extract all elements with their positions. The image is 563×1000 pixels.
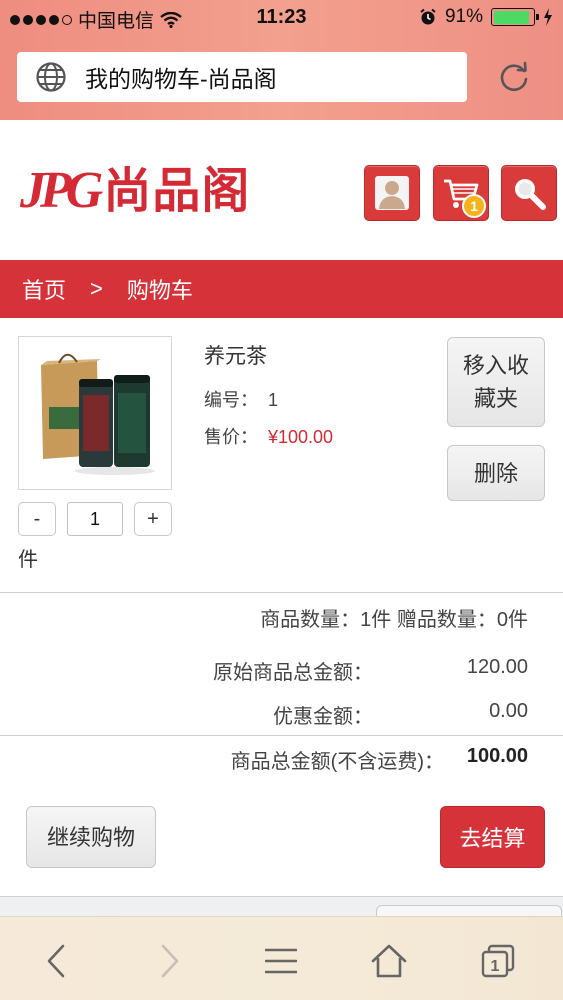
alarm-icon — [420, 8, 436, 25]
search-icon — [515, 179, 546, 210]
logo-text: 尚品阁 — [103, 163, 251, 219]
delete-button[interactable]: 删除 — [447, 445, 545, 501]
user-icon — [375, 176, 409, 210]
home-icon — [371, 944, 407, 978]
grand-total-value: 100.00 — [466, 745, 528, 767]
product-image[interactable] — [18, 336, 172, 490]
cart-button[interactable]: 1 — [433, 165, 489, 221]
breadcrumb-current: 购物车 — [126, 278, 193, 303]
price-label: 售价： — [204, 427, 258, 447]
divider — [0, 735, 563, 736]
sku-label: 编号： — [204, 390, 258, 410]
page-title: 我的购物车-尚品阁 — [85, 66, 277, 92]
browser-toolbar: 1 — [0, 916, 563, 1000]
charging-icon — [544, 8, 552, 26]
tabs-icon: 1 — [481, 944, 515, 978]
continue-shopping-button[interactable]: 继续购物 — [26, 806, 156, 868]
battery-icon — [491, 8, 539, 26]
status-right: 91% — [419, 6, 553, 28]
quantity-increase-button[interactable]: + — [134, 502, 172, 536]
tabs-count: 1 — [491, 958, 500, 975]
bookmarks-button[interactable] — [259, 939, 303, 983]
search-button[interactable] — [501, 165, 557, 221]
original-total-label: 原始商品总金额： — [213, 662, 373, 684]
discount-value: 0.00 — [489, 700, 528, 722]
breadcrumb: 首页 > 购物车 — [0, 260, 563, 318]
home-button[interactable] — [367, 939, 411, 983]
breadcrumb-home[interactable]: 首页 — [22, 273, 66, 305]
product-sku: 编号： 1 — [204, 386, 278, 412]
status-bar: 中国电信 11:23 91% — [0, 0, 563, 36]
quantity-decrease-button[interactable]: - — [18, 502, 56, 536]
cart-count-badge: 1 — [462, 194, 486, 218]
site-logo[interactable]: JPG 尚品阁 — [20, 160, 250, 222]
battery-percent: 91% — [444, 6, 483, 27]
user-button[interactable] — [364, 165, 420, 221]
product-name[interactable]: 养元茶 — [204, 340, 267, 370]
logo-mark: JPG — [20, 162, 103, 219]
quantity-input[interactable] — [67, 502, 123, 536]
browser-chrome: 中国电信 11:23 91% 我的购物车-尚品阁 — [0, 0, 563, 120]
discount-label: 优惠金额： — [273, 706, 373, 728]
address-bar[interactable]: 我的购物车-尚品阁 — [17, 52, 467, 102]
item-counts: 商品数量：1件 赠品数量：0件 — [0, 603, 528, 632]
back-button[interactable] — [34, 939, 78, 983]
price-value: ¥100.00 — [268, 427, 334, 447]
forward-icon — [161, 944, 179, 978]
breadcrumb-separator: > — [90, 276, 103, 301]
item-counts-text: 商品数量：1件 赠品数量：0件 — [260, 609, 528, 631]
divider — [0, 592, 563, 593]
product-price: 售价： ¥100.00 — [204, 423, 333, 449]
quantity-unit: 件 — [18, 549, 38, 571]
tea-product-photo — [19, 337, 171, 489]
reload-icon[interactable] — [496, 60, 532, 96]
tabs-button[interactable]: 1 — [476, 939, 520, 983]
forward-button[interactable] — [148, 939, 192, 983]
sku-value: 1 — [268, 390, 279, 410]
bookmarks-icon — [265, 948, 297, 974]
checkout-button[interactable]: 去结算 — [440, 806, 545, 868]
grand-total-label: 商品总金额(不含运费)： — [230, 751, 444, 773]
move-to-favorites-button[interactable]: 移入收藏夹 — [447, 337, 545, 427]
original-total-value: 120.00 — [466, 656, 528, 678]
globe-icon — [36, 62, 66, 92]
back-icon — [47, 944, 65, 978]
